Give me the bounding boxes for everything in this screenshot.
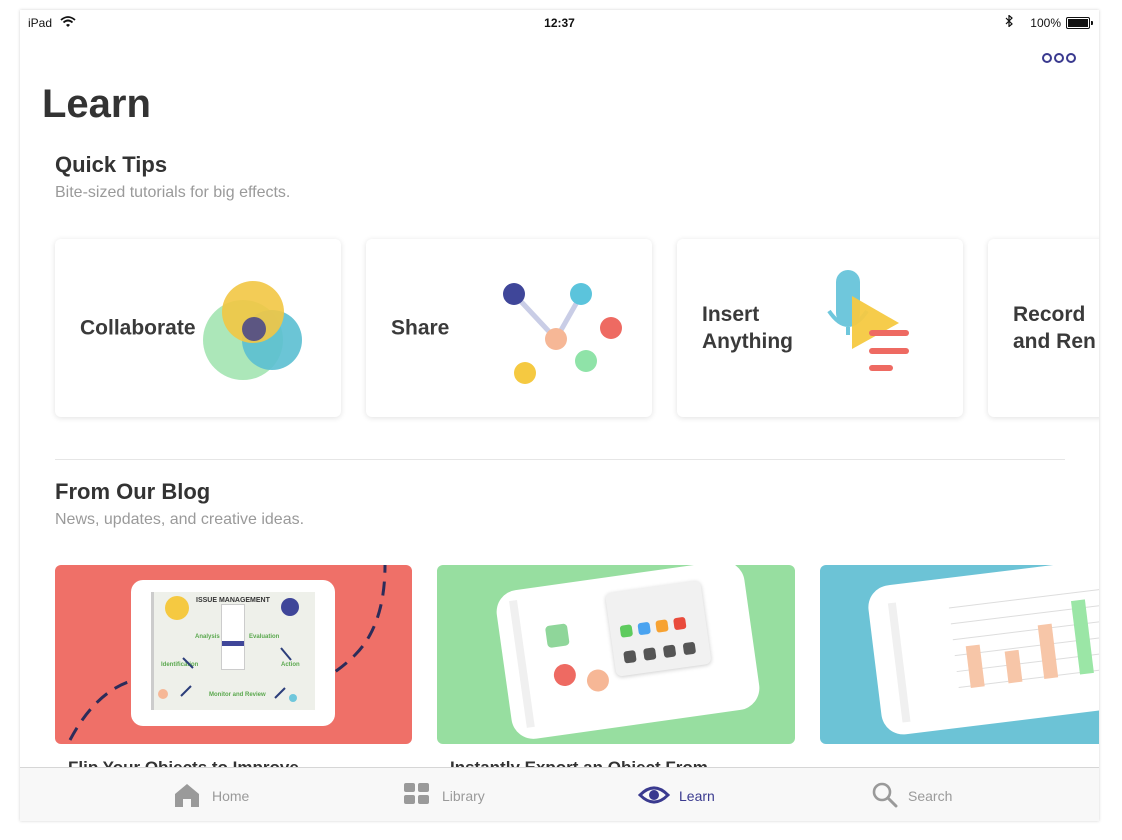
search-icon xyxy=(872,782,898,808)
tablet-illustration xyxy=(865,565,1099,737)
tip-card-insert-anything[interactable]: Insert Anything xyxy=(677,239,963,417)
tab-home[interactable]: Home xyxy=(170,768,290,821)
tip-card-collaborate[interactable]: Collaborate xyxy=(55,239,341,417)
tool-strip xyxy=(509,599,535,728)
quick-tips-subtitle: Bite-sized tutorials for big effects. xyxy=(55,184,291,201)
tip-card-record[interactable]: Record and Ren xyxy=(988,239,1099,417)
home-icon xyxy=(175,784,199,807)
quick-tips-title: Quick Tips xyxy=(55,152,168,177)
tab-search[interactable]: Search xyxy=(868,768,988,821)
share-sheet xyxy=(604,580,712,677)
tab-label: Learn xyxy=(679,788,715,804)
more-options-button[interactable] xyxy=(1042,50,1078,64)
dot-icon xyxy=(1054,53,1064,63)
tip-label: Insert Anything xyxy=(702,303,793,353)
blog-subtitle: News, updates, and creative ideas. xyxy=(55,511,305,528)
tab-label: Home xyxy=(212,788,250,804)
diagram-arrows xyxy=(158,647,297,702)
tab-library[interactable]: Library xyxy=(400,768,520,821)
tab-bar: Home Library Learn Search xyxy=(20,767,1099,821)
ipad-screen: iPad 12:37 100% Learn Quick Tips Bite-si… xyxy=(20,10,1099,821)
eye-icon xyxy=(638,786,670,804)
battery-percent: 100% xyxy=(1030,16,1061,30)
tab-label: Library xyxy=(442,788,485,804)
tip-label: Share xyxy=(391,316,450,340)
grid-icon xyxy=(404,783,429,804)
blog-title: From Our Blog xyxy=(55,479,211,504)
blog-card-export-object[interactable] xyxy=(437,565,795,744)
tab-learn[interactable]: Learn xyxy=(635,768,755,821)
blog-card-flip-objects[interactable]: ISSUE MANAGEMENT Analysis Evaluation Ide… xyxy=(55,565,412,744)
blog-card-chart[interactable] xyxy=(820,565,1099,744)
diagram-canvas: ISSUE MANAGEMENT Analysis Evaluation Ide… xyxy=(151,592,315,710)
dot-icon xyxy=(1066,53,1076,63)
status-bar: iPad 12:37 100% xyxy=(20,10,1099,36)
tablet-illustration: ISSUE MANAGEMENT Analysis Evaluation Ide… xyxy=(131,580,335,726)
tool-strip xyxy=(887,602,911,723)
tip-card-share[interactable]: Share xyxy=(366,239,652,417)
tab-label: Search xyxy=(908,788,953,804)
bluetooth-icon xyxy=(1005,14,1013,30)
status-time: 12:37 xyxy=(544,16,575,30)
dot-icon xyxy=(1042,53,1052,63)
battery-icon xyxy=(1066,17,1093,29)
page-title: Learn xyxy=(42,82,151,126)
section-divider xyxy=(55,459,1065,460)
tablet-illustration xyxy=(493,565,763,742)
bar-chart-illustration xyxy=(948,588,1099,688)
tip-label: Collaborate xyxy=(80,316,196,340)
tip-label: Record and Ren xyxy=(1013,303,1096,353)
